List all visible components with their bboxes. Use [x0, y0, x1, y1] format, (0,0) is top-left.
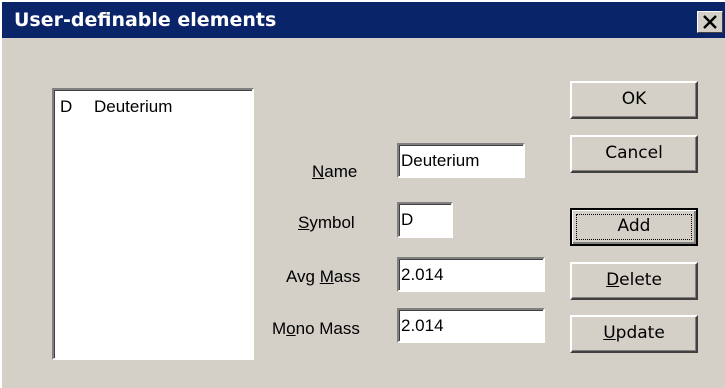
elements-listbox[interactable]: D Deuterium [52, 88, 254, 360]
add-button[interactable]: Add [570, 208, 698, 246]
list-item[interactable]: D Deuterium [60, 97, 172, 117]
focus-rect [576, 214, 692, 240]
close-button[interactable] [697, 11, 723, 33]
mono-mass-field[interactable] [397, 308, 545, 343]
update-button[interactable]: Update [570, 315, 698, 353]
avg-mass-label: Avg Mass [286, 267, 361, 286]
ok-button[interactable]: OK [570, 81, 698, 119]
list-item-name: Deuterium [94, 97, 173, 116]
list-item-symbol: D [60, 97, 73, 116]
title-bar[interactable]: User-definable elements [2, 2, 725, 38]
symbol-field[interactable] [397, 202, 453, 238]
delete-button[interactable]: Delete [570, 262, 698, 300]
name-label: Name [312, 162, 358, 181]
symbol-label: Symbol [298, 213, 355, 232]
close-icon [703, 15, 717, 29]
name-field[interactable] [397, 143, 525, 178]
cancel-button[interactable]: Cancel [570, 135, 698, 173]
avg-mass-field[interactable] [397, 257, 545, 292]
window-title: User-definable elements [14, 9, 277, 31]
dialog-window: User-definable elements D Deuterium Name … [0, 0, 725, 388]
mono-mass-label: Mono Mass [272, 319, 360, 338]
